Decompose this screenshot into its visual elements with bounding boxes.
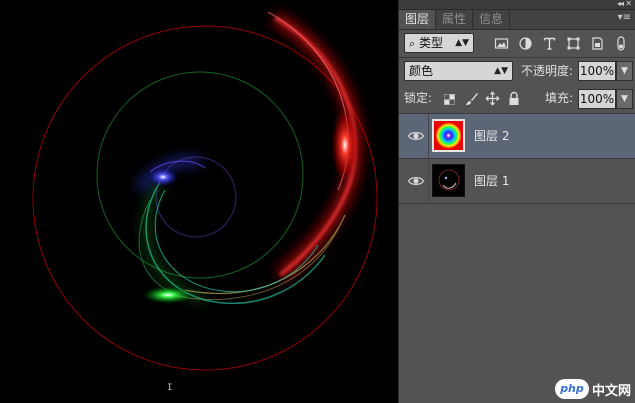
layer-row-2[interactable]: 图层 2	[399, 114, 635, 159]
layers-panel: ◂◂ ✕ 图层 属性 信息 ▾≡ ⌕ 类型 ▲▼ 颜色 ▲▼ 不透明度: 100…	[398, 0, 635, 403]
close-icon[interactable]: ✕	[625, 0, 632, 8]
panel-top-strip: ◂◂ ✕	[399, 0, 635, 10]
image-filter-icon[interactable]	[494, 36, 509, 51]
panel-tab-bar: 图层 属性 信息 ▾≡	[399, 10, 635, 30]
photoshop-window: I ◂◂ ✕ 图层 属性 信息 ▾≡ ⌕ 类型 ▲▼ 颜色 ▲▼ 不透明度: 1…	[0, 0, 635, 403]
lock-label: 锁定:	[404, 91, 433, 105]
opacity-label: 不透明度:	[521, 64, 574, 78]
adjustment-filter-icon[interactable]	[518, 36, 533, 51]
lock-paint-icon[interactable]	[465, 92, 479, 106]
chevron-updown-icon: ▲▼	[494, 66, 508, 76]
eye-icon[interactable]	[407, 172, 425, 190]
layer-name[interactable]: 图层 2	[474, 114, 509, 159]
watermark-site-text: 中文网	[591, 383, 631, 399]
fill-label: 填充:	[545, 91, 574, 105]
filter-row: ⌕ 类型 ▲▼	[399, 31, 635, 57]
lock-pixels-icon[interactable]	[444, 94, 455, 105]
document-canvas[interactable]: I	[0, 0, 398, 403]
layer-row-1[interactable]: 图层 1	[399, 159, 635, 204]
filter-kind-dropdown[interactable]: ⌕ 类型 ▲▼	[404, 33, 474, 53]
lock-row: 锁定: 填充: 100% ▼	[399, 86, 635, 113]
toggle-filter-icon[interactable]	[615, 36, 627, 51]
fill-input[interactable]: 100%	[578, 89, 616, 109]
blend-mode-value: 颜色	[409, 64, 434, 78]
filter-kind-label: 类型	[419, 36, 444, 50]
panel-menu-icon[interactable]: ▾≡	[618, 12, 631, 23]
opacity-dropdown-button[interactable]: ▼	[616, 61, 633, 81]
layers-empty-area	[399, 205, 635, 403]
shape-filter-icon[interactable]	[566, 36, 581, 51]
layer-thumbnail[interactable]	[432, 164, 465, 197]
blend-row: 颜色 ▲▼ 不透明度: 100% ▼	[399, 58, 635, 86]
chevron-updown-icon: ▲▼	[455, 38, 469, 48]
double-chevron-icon[interactable]: ◂◂	[617, 0, 624, 8]
smart-object-filter-icon[interactable]	[590, 36, 605, 51]
fill-dropdown-button[interactable]: ▼	[616, 89, 633, 109]
tab-info[interactable]: 信息	[473, 10, 511, 29]
type-filter-icon[interactable]	[542, 36, 557, 51]
watermark: php 中文网	[554, 378, 631, 400]
lock-all-icon[interactable]	[508, 91, 520, 106]
tab-properties[interactable]: 属性	[436, 10, 474, 29]
search-icon: ⌕	[409, 37, 416, 50]
layer-thumbnail[interactable]	[432, 119, 465, 152]
watermark-logo: php	[554, 379, 589, 399]
text-cursor-mark: I	[167, 383, 173, 393]
tab-layers[interactable]: 图层	[399, 10, 437, 29]
blend-mode-dropdown[interactable]: 颜色 ▲▼	[404, 61, 513, 81]
light-ring-artwork	[32, 11, 378, 371]
layer-name[interactable]: 图层 1	[474, 159, 509, 204]
eye-icon[interactable]	[407, 127, 425, 145]
opacity-input[interactable]: 100%	[578, 61, 616, 81]
lock-move-icon[interactable]	[485, 91, 500, 106]
